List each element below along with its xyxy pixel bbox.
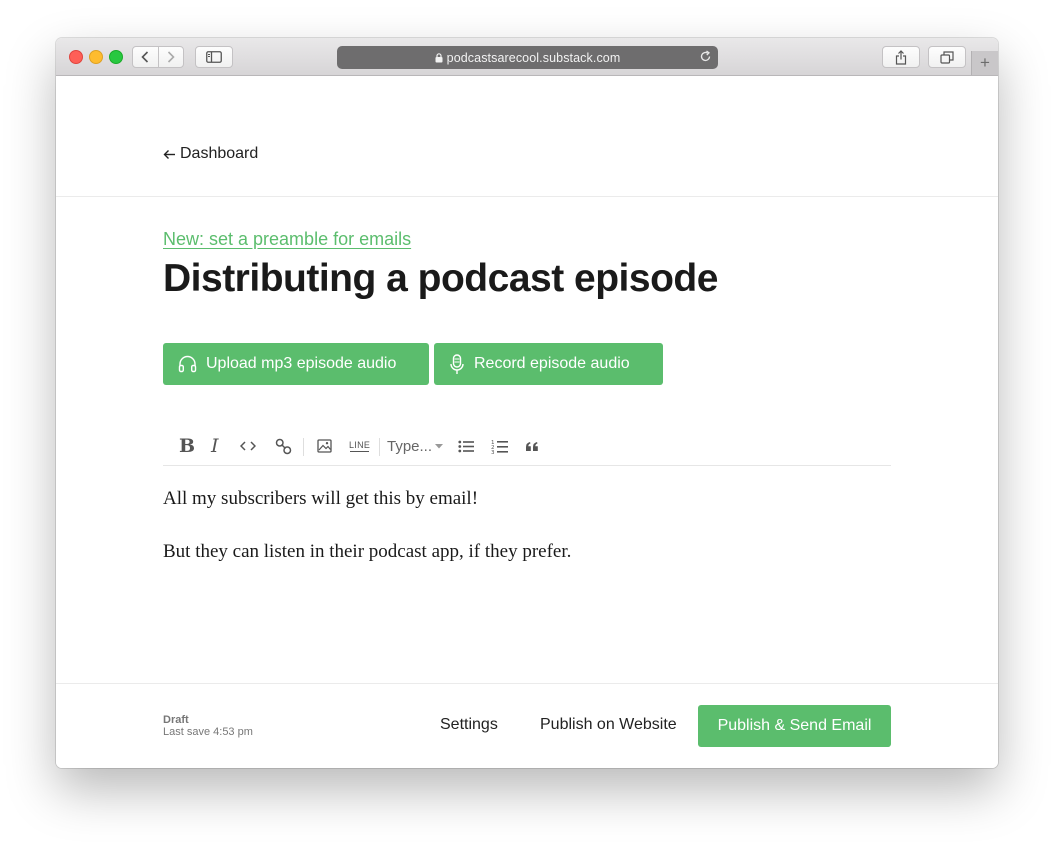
editor-toolbar: B I LINE Type... 1 2 3: [163, 428, 891, 466]
show-tabs-button[interactable]: [928, 46, 966, 68]
post-title[interactable]: Distributing a podcast episode: [163, 257, 718, 301]
toolbar-divider: [379, 438, 380, 456]
share-icon: [895, 49, 907, 65]
editor-paragraph[interactable]: All my subscribers will get this by emai…: [163, 486, 891, 512]
chevron-right-icon: [167, 51, 175, 63]
preamble-link[interactable]: New: set a preamble for emails: [163, 229, 411, 250]
share-button[interactable]: [882, 46, 920, 68]
bullet-list-button[interactable]: [458, 434, 474, 458]
lock-icon: [435, 52, 443, 63]
close-window-button[interactable]: [69, 50, 83, 64]
chevron-left-icon: [141, 51, 149, 63]
sidebar-icon: [206, 51, 222, 63]
page-header: Dashboard: [56, 76, 998, 197]
line-button-label: LINE: [349, 439, 371, 450]
quote-icon: [526, 441, 538, 451]
image-button[interactable]: [317, 434, 332, 458]
last-save-text: Last save 4:53 pm: [163, 726, 253, 738]
page-content: Dashboard New: set a preamble for emails…: [56, 76, 998, 768]
toolbar-divider: [303, 438, 304, 456]
draft-label: Draft: [163, 714, 189, 726]
bullet-list-icon: [458, 440, 474, 452]
sidebar-toggle-button[interactable]: [195, 46, 233, 68]
browser-back-button[interactable]: [133, 47, 158, 67]
new-tab-button[interactable]: +: [971, 51, 998, 75]
address-bar[interactable]: podcastsarecool.substack.com: [337, 46, 718, 69]
svg-text:3: 3: [491, 450, 495, 454]
code-button[interactable]: [240, 434, 256, 458]
minimize-window-button[interactable]: [89, 50, 103, 64]
upload-audio-label: Upload mp3 episode audio: [206, 355, 397, 372]
publish-send-email-button[interactable]: Publish & Send Email: [698, 705, 891, 747]
image-icon: [317, 439, 332, 453]
quote-button[interactable]: [525, 434, 539, 458]
microphone-icon: [449, 353, 465, 375]
bold-button[interactable]: B: [179, 434, 195, 458]
italic-button[interactable]: I: [211, 434, 219, 458]
tabs-icon: [940, 50, 954, 64]
reload-icon[interactable]: [699, 50, 712, 63]
headphones-icon: [178, 355, 197, 373]
editor-body[interactable]: All my subscribers will get this by emai…: [163, 486, 891, 591]
text-type-label: Type...: [387, 437, 433, 455]
caret-down-icon: [435, 443, 444, 448]
horizontal-line-icon: [350, 450, 370, 453]
browser-forward-button[interactable]: [157, 47, 184, 67]
record-audio-label: Record episode audio: [474, 355, 630, 372]
back-arrow-icon: [163, 149, 175, 159]
publish-website-button[interactable]: Publish on Website: [540, 716, 677, 734]
record-audio-button[interactable]: Record episode audio: [434, 343, 663, 385]
browser-toolbar: podcastsarecool.substack.com +: [56, 38, 998, 76]
browser-window: podcastsarecool.substack.com + Dashboard…: [56, 38, 998, 768]
dashboard-link[interactable]: Dashboard: [163, 145, 258, 163]
dashboard-link-label: Dashboard: [180, 145, 259, 162]
history-nav-group: [132, 46, 184, 68]
settings-button[interactable]: Settings: [440, 716, 498, 734]
text-type-select[interactable]: Type...: [387, 434, 444, 458]
link-icon: [275, 438, 292, 454]
zoom-window-button[interactable]: [109, 50, 123, 64]
editor-paragraph[interactable]: But they can listen in their podcast app…: [163, 539, 891, 565]
upload-audio-button[interactable]: Upload mp3 episode audio: [163, 343, 429, 385]
link-button[interactable]: [275, 434, 292, 458]
editor-footer: Draft Last save 4:53 pm Settings Publish…: [56, 683, 998, 768]
url-text: podcastsarecool.substack.com: [446, 50, 621, 65]
numbered-list-icon: 123: [491, 440, 508, 454]
code-icon: [240, 441, 256, 451]
line-button[interactable]: LINE: [349, 434, 370, 458]
save-status: Draft Last save 4:53 pm: [163, 714, 253, 738]
numbered-list-button[interactable]: 123: [491, 434, 508, 458]
